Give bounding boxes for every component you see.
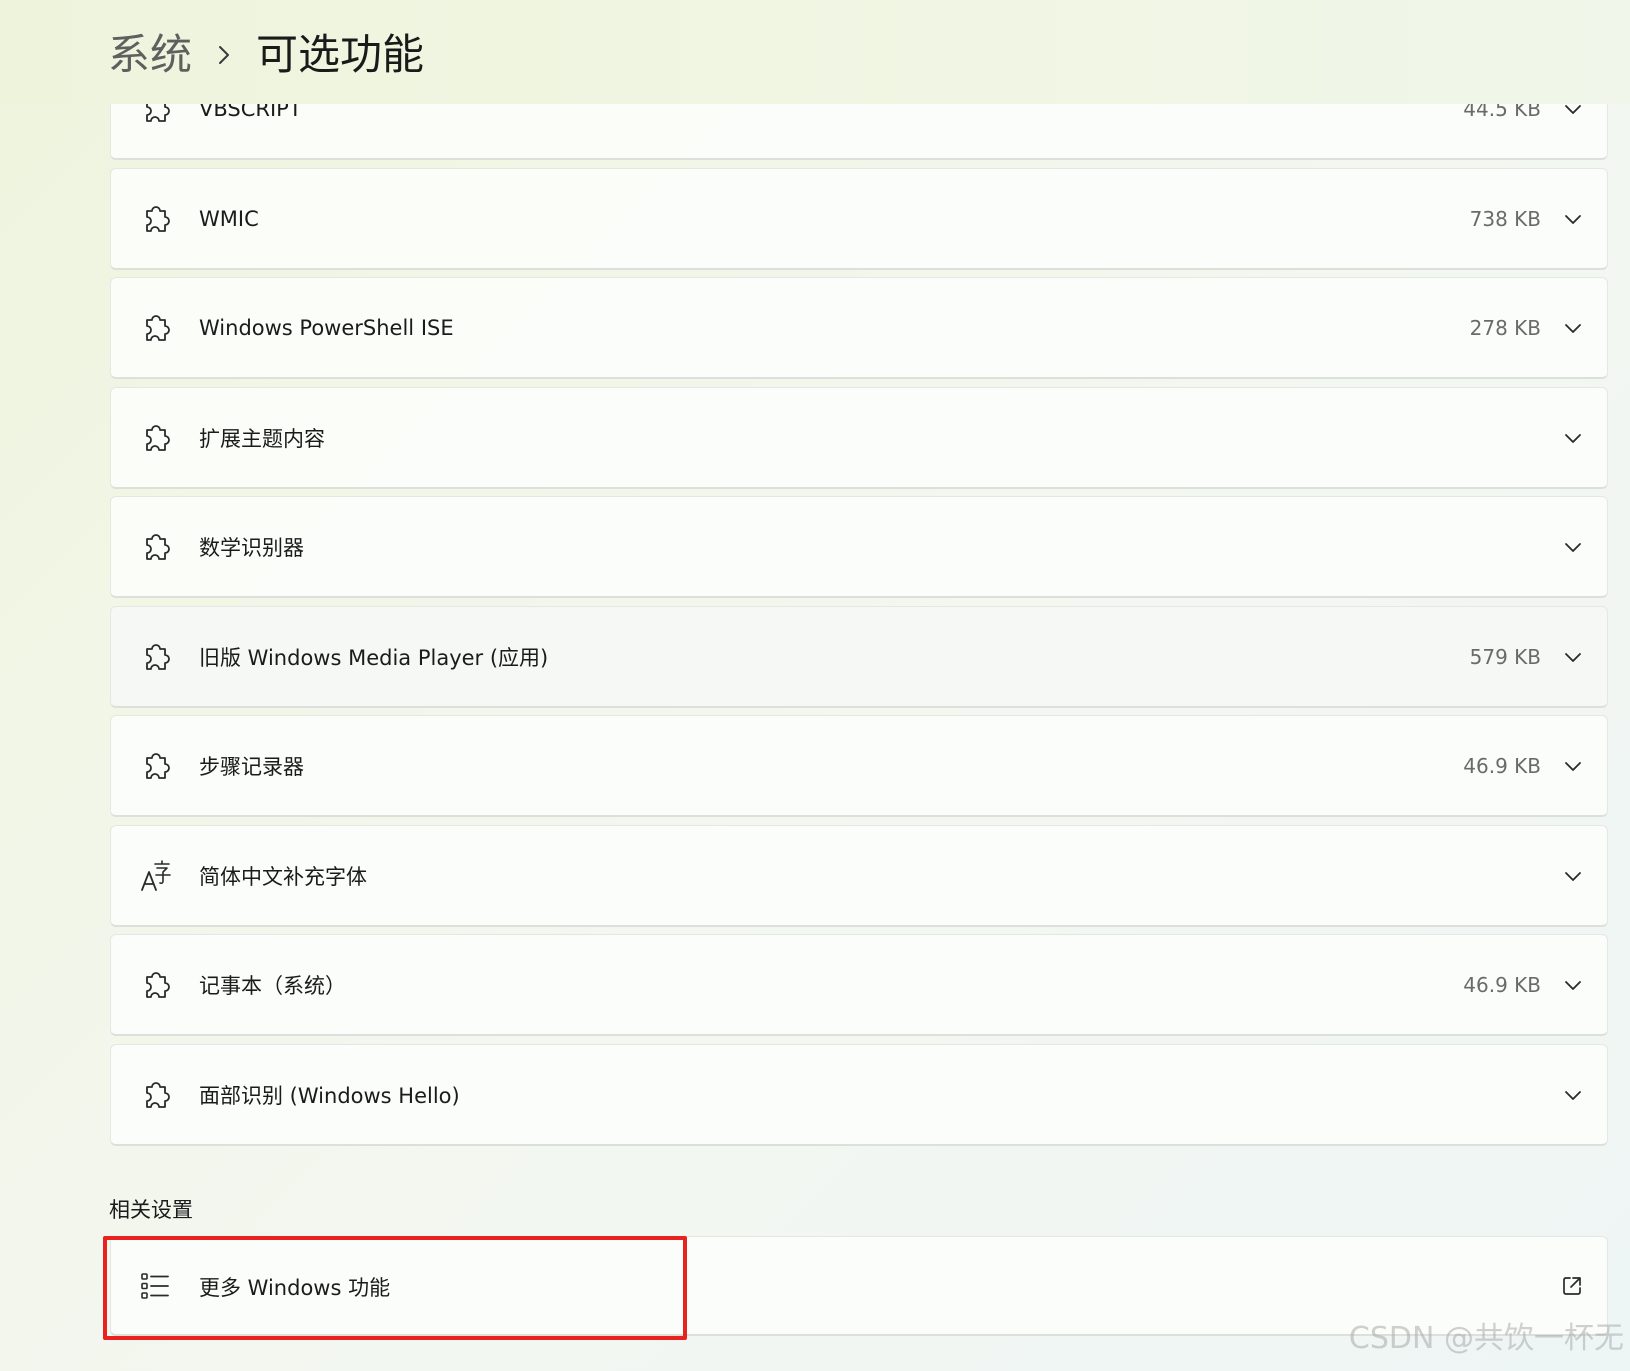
page-header: 系统 可选功能 xyxy=(0,0,1630,104)
feature-name: Windows PowerShell ISE xyxy=(199,315,454,340)
highlight-annotation-box xyxy=(103,1236,687,1340)
chevron-down-icon[interactable] xyxy=(1563,537,1583,557)
chevron-down-icon[interactable] xyxy=(1563,866,1583,886)
feature-name: 面部识别 (Windows Hello) xyxy=(199,1083,460,1108)
puzzle-icon xyxy=(146,205,170,232)
feature-name: 步骤记录器 xyxy=(199,754,304,779)
feature-name: 扩展主题内容 xyxy=(199,426,325,451)
feature-row[interactable]: 简体中文补充字体 xyxy=(110,825,1608,927)
puzzle-icon xyxy=(146,424,170,451)
feature-size: 278 KB xyxy=(1469,315,1541,340)
feature-size: 738 KB xyxy=(1469,206,1541,231)
page-title: 可选功能 xyxy=(256,30,425,79)
feature-row[interactable]: 记事本（系统） 46.9 KB xyxy=(110,934,1608,1036)
feature-row[interactable]: 旧版 Windows Media Player (应用) 579 KB xyxy=(110,606,1608,708)
chevron-down-icon[interactable] xyxy=(1563,1085,1583,1105)
chevron-down-icon[interactable] xyxy=(1563,756,1583,776)
chevron-down-icon[interactable] xyxy=(1563,647,1583,667)
chevron-down-icon[interactable] xyxy=(1563,318,1583,338)
feature-size: 579 KB xyxy=(1469,644,1541,669)
watermark: CSDN @共饮一杯无 xyxy=(1348,1321,1624,1356)
breadcrumb: 系统 可选功能 xyxy=(108,26,424,84)
feature-row[interactable]: Windows PowerShell ISE 278 KB xyxy=(110,277,1608,379)
feature-name: 记事本（系统） xyxy=(199,973,346,998)
feature-name: 简体中文补充字体 xyxy=(199,864,367,889)
feature-size: 46.9 KB xyxy=(1463,972,1541,997)
feature-row[interactable]: WMIC 738 KB xyxy=(110,168,1608,270)
feature-name: 数学识别器 xyxy=(199,535,304,560)
font-icon xyxy=(141,859,171,891)
puzzle-icon xyxy=(146,643,170,670)
breadcrumb-parent-system[interactable]: 系统 xyxy=(108,26,192,84)
feature-name: WMIC xyxy=(199,206,259,231)
puzzle-icon xyxy=(146,752,170,779)
related-settings-heading: 相关设置 xyxy=(109,1198,193,1222)
open-external-icon[interactable] xyxy=(1561,1275,1583,1297)
feature-row[interactable]: 面部识别 (Windows Hello) xyxy=(110,1044,1608,1146)
puzzle-icon xyxy=(146,533,170,560)
chevron-down-icon[interactable] xyxy=(1563,428,1583,448)
chevron-down-icon[interactable] xyxy=(1563,975,1583,995)
feature-size: 46.9 KB xyxy=(1463,753,1541,778)
feature-row[interactable]: 数学识别器 xyxy=(110,496,1608,598)
feature-row[interactable]: 步骤记录器 46.9 KB xyxy=(110,715,1608,817)
puzzle-icon xyxy=(146,314,170,341)
chevron-down-icon[interactable] xyxy=(1563,209,1583,229)
chevron-right-icon xyxy=(192,44,256,66)
feature-row[interactable]: 扩展主题内容 xyxy=(110,387,1608,489)
feature-name: 旧版 Windows Media Player (应用) xyxy=(199,645,549,670)
puzzle-icon xyxy=(146,971,170,998)
puzzle-icon xyxy=(146,1081,170,1108)
